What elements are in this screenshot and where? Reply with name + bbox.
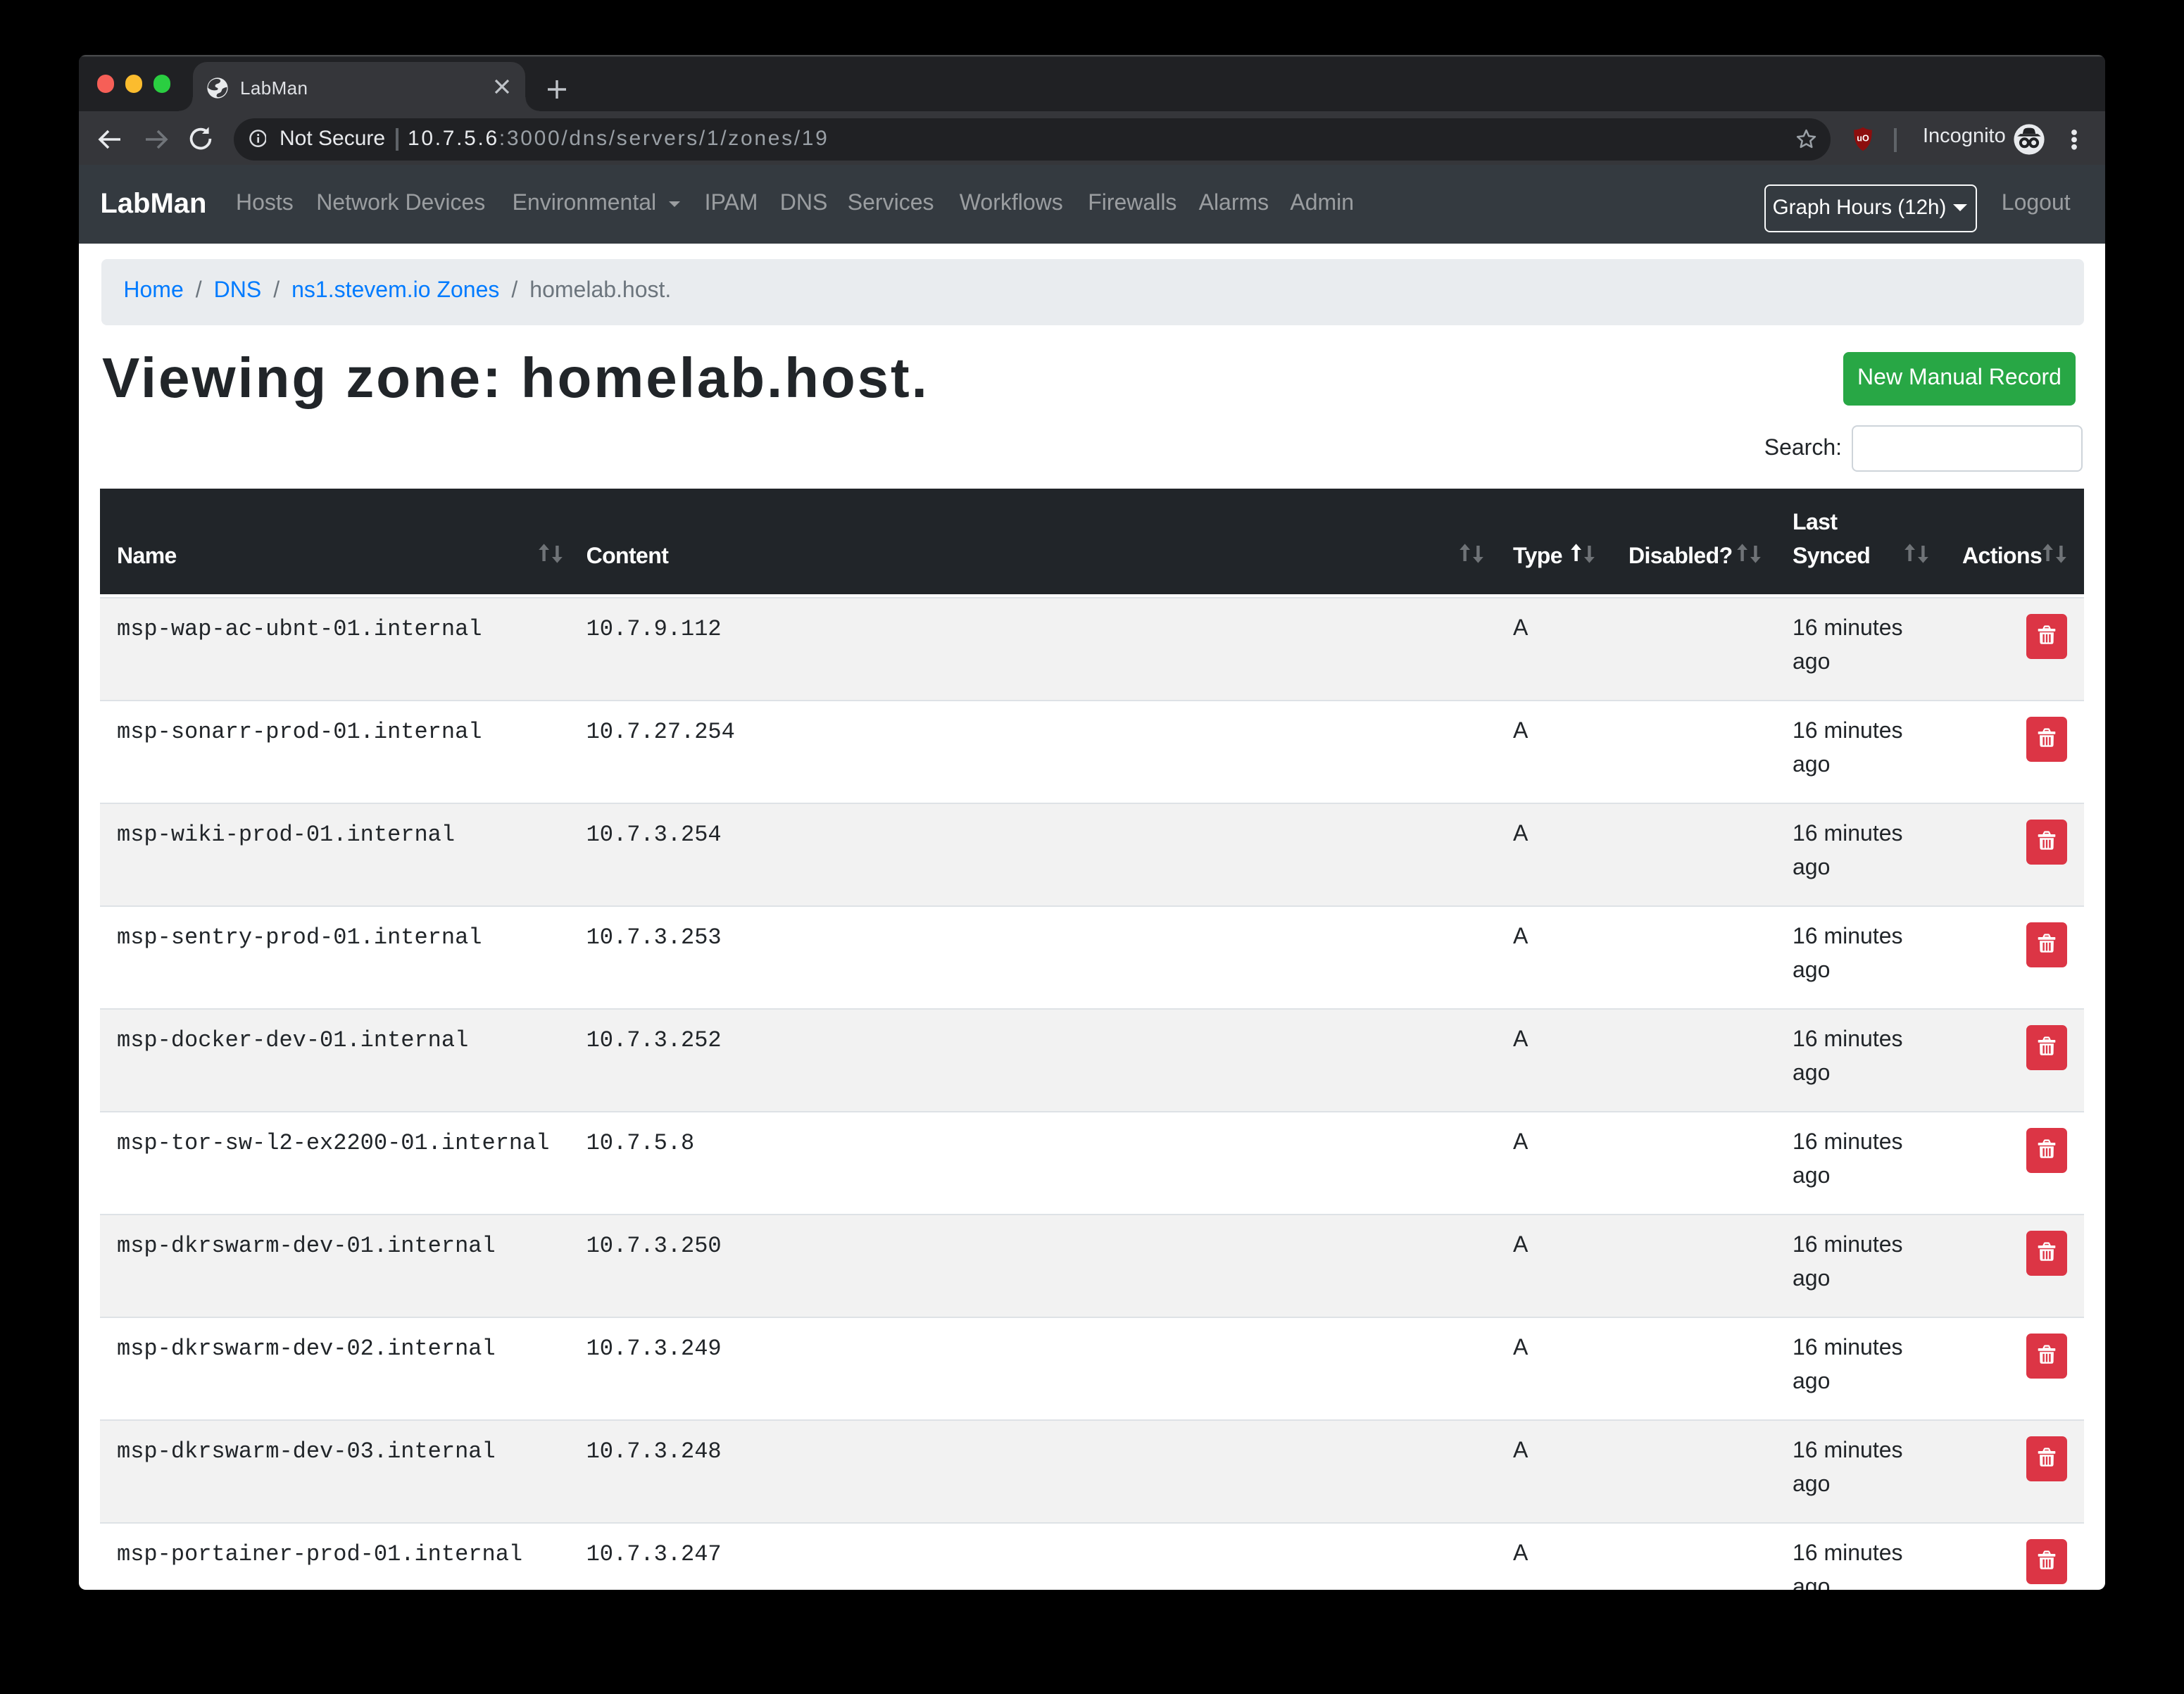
- svg-text:uO: uO: [1857, 133, 1870, 143]
